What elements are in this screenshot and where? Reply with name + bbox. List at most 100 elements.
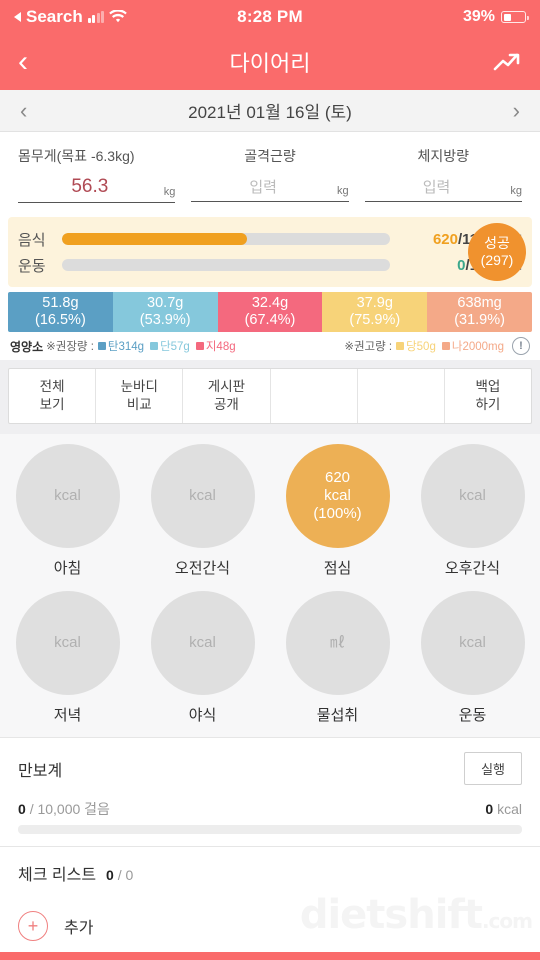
- meal-label: 운동: [458, 707, 487, 724]
- muscle-mass-input[interactable]: 입력 kg: [191, 176, 349, 202]
- metric-muscle-mass: 골격근량 입력 kg: [183, 146, 356, 203]
- meal-circle[interactable]: 620 kcal (100%): [285, 444, 390, 548]
- status-bar: Search 8:28 PM 39%: [0, 0, 540, 34]
- legend-swatch: [150, 342, 159, 350]
- meal-unit: kcal: [54, 487, 81, 505]
- meal-item-오전간식[interactable]: kcal 오전간식: [135, 444, 270, 578]
- body-fat-input[interactable]: 입력 kg: [364, 176, 522, 202]
- pedometer-section: 만보계 실행 0 / 10,000 걸음 0 kcal: [0, 737, 540, 846]
- pedometer-kcal: 0 kcal: [485, 801, 522, 817]
- advised-items: 당50g 나2000mg: [396, 338, 504, 354]
- plus-circle-icon: +: [18, 911, 48, 941]
- meal-item-운동[interactable]: kcal 운동: [405, 591, 540, 725]
- food-progress-bar: [62, 233, 390, 245]
- exercise-label: 운동: [18, 257, 46, 275]
- metric-label: 체지방량: [417, 148, 470, 164]
- metric-label: 골격근량: [244, 148, 296, 164]
- previous-day-button[interactable]: ‹: [20, 98, 27, 124]
- nutrient-summary: 51.8g (16.5%) 30.7g (53.9%) 32.4g (67.4%) 37.9…: [8, 292, 532, 360]
- steps-current: 0: [18, 801, 26, 817]
- meal-unit: kcal: [459, 634, 486, 652]
- meal-row: kcal 아침 kcal 오전간식 620 kcal (100%) 점심 kcal 오후간식: [0, 444, 540, 578]
- action-tabs: 전체 보기 눈바디 비교 게시판 공개 백업 하기: [8, 368, 532, 424]
- nutrient-segment: 51.8g (16.5%): [8, 292, 113, 332]
- action-tab-5[interactable]: 백업하기: [445, 369, 531, 423]
- meal-circle[interactable]: kcal: [420, 591, 525, 695]
- meal-circle[interactable]: kcal: [150, 591, 255, 695]
- weight-input[interactable]: 56.3 kg: [18, 176, 176, 203]
- meal-label: 점심: [323, 560, 352, 577]
- pedometer-progress-bar: [18, 825, 522, 834]
- action-tab-1[interactable]: 눈바디비교: [96, 369, 184, 423]
- action-tab-line1: 전체: [39, 379, 65, 395]
- checklist-header: 체크 리스트 0 / 0: [18, 861, 522, 885]
- meal-percent: (100%): [313, 504, 362, 522]
- meal-unit: kcal: [324, 487, 351, 505]
- meal-item-오후간식[interactable]: kcal 오후간식: [405, 444, 540, 578]
- statistics-button[interactable]: [492, 50, 522, 74]
- action-tab-2[interactable]: 게시판 공개: [183, 369, 271, 423]
- meal-unit: kcal: [189, 634, 216, 652]
- meal-item-저녁[interactable]: kcal 저녁: [0, 591, 135, 725]
- meal-item-점심[interactable]: 620 kcal (100%) 점심: [270, 444, 405, 578]
- calorie-summary: 음식 620/1100 kcal 운동 0/183 kcal 성공 (297): [8, 217, 532, 287]
- exercise-current: 0: [457, 256, 466, 274]
- food-calorie-row: 음식 620/1100 kcal: [18, 226, 522, 252]
- legend-label: 나2000mg: [451, 341, 504, 353]
- nutrient-percent: (67.4%): [244, 312, 296, 328]
- success-badge-count: (297): [480, 252, 514, 268]
- meal-circle[interactable]: kcal: [15, 444, 120, 548]
- pedometer-run-button[interactable]: 실행: [464, 752, 522, 785]
- checklist-title: 체크 리스트: [18, 867, 97, 884]
- carrier-label: Search: [26, 7, 83, 26]
- body-metrics: 몸무게(목표 -6.3kg) 56.3 kg 골격근량 입력 kg 체지방량 입…: [0, 132, 540, 209]
- meal-label: 오후간식: [444, 560, 501, 577]
- status-bar-left: Search: [14, 7, 237, 27]
- exclamation-circle-icon[interactable]: !: [512, 337, 530, 355]
- pedometer-kcal-value: 0: [485, 801, 494, 817]
- body-fat-placeholder: 입력: [422, 179, 451, 196]
- nutrient-segment: 30.7g (53.9%): [112, 292, 218, 332]
- meal-item-아침[interactable]: kcal 아침: [0, 444, 135, 578]
- battery-icon: [501, 11, 529, 23]
- legend-item: 나2000mg: [441, 338, 504, 354]
- weight-unit: kg: [163, 186, 176, 198]
- trending-up-icon: [493, 53, 520, 71]
- nutrient-percent: (53.9%): [139, 312, 191, 328]
- legend-swatch: [396, 342, 405, 350]
- meal-grid: kcal 아침 kcal 오전간식 620 kcal (100%) 점심 kcal 오후간식 kc…: [0, 434, 540, 737]
- meal-unit: kcal: [54, 634, 81, 652]
- checklist-add-label: 추가: [64, 920, 94, 937]
- success-badge[interactable]: 성공 (297): [468, 223, 526, 281]
- action-tab-0[interactable]: 전체 보기: [9, 369, 97, 423]
- meal-circle[interactable]: kcal: [420, 444, 525, 548]
- nutrient-segment: 32.4g (67.4%): [217, 292, 323, 332]
- legend-swatch: [97, 342, 106, 350]
- next-day-button[interactable]: ›: [513, 98, 520, 124]
- meal-item-물섭취[interactable]: ㎖ 물섭취: [270, 591, 405, 725]
- pedometer-title: 만보계: [18, 762, 63, 780]
- back-button[interactable]: ‹: [18, 47, 28, 77]
- action-tab-line1: 백업: [475, 379, 501, 395]
- action-tab-line1: 눈바디: [120, 379, 158, 395]
- checklist-add-row[interactable]: + 추가: [18, 911, 522, 941]
- nutrient-legend: 영양소 ※권장량 : 탄314g 단57g 지48g ※권고량 : 당50g 나200…: [8, 332, 532, 360]
- metric-weight: 몸무게(목표 -6.3kg) 56.3 kg: [10, 146, 183, 203]
- meal-circle[interactable]: kcal: [15, 591, 120, 695]
- checklist-count: 0 / 0: [106, 867, 133, 883]
- action-tab-line2: 하기: [475, 397, 501, 412]
- meal-item-야식[interactable]: kcal 야식: [135, 591, 270, 725]
- metric-label: 몸무게(목표 -6.3kg): [18, 148, 135, 164]
- meal-label: 저녁: [53, 707, 82, 724]
- meal-unit: kcal: [459, 487, 486, 505]
- action-tab-line2: 비교: [126, 397, 152, 412]
- status-bar-right: 39%: [303, 8, 529, 26]
- meal-circle[interactable]: ㎖: [285, 591, 390, 695]
- food-label: 음식: [18, 231, 46, 249]
- wifi-icon: [109, 10, 128, 23]
- nutrient-segment: 638mg (31.9%): [427, 292, 532, 332]
- weight-value: 56.3: [71, 176, 109, 197]
- page-title: 다이어리: [229, 51, 311, 76]
- meal-circle[interactable]: kcal: [150, 444, 255, 548]
- home-indicator-bar: [0, 952, 540, 960]
